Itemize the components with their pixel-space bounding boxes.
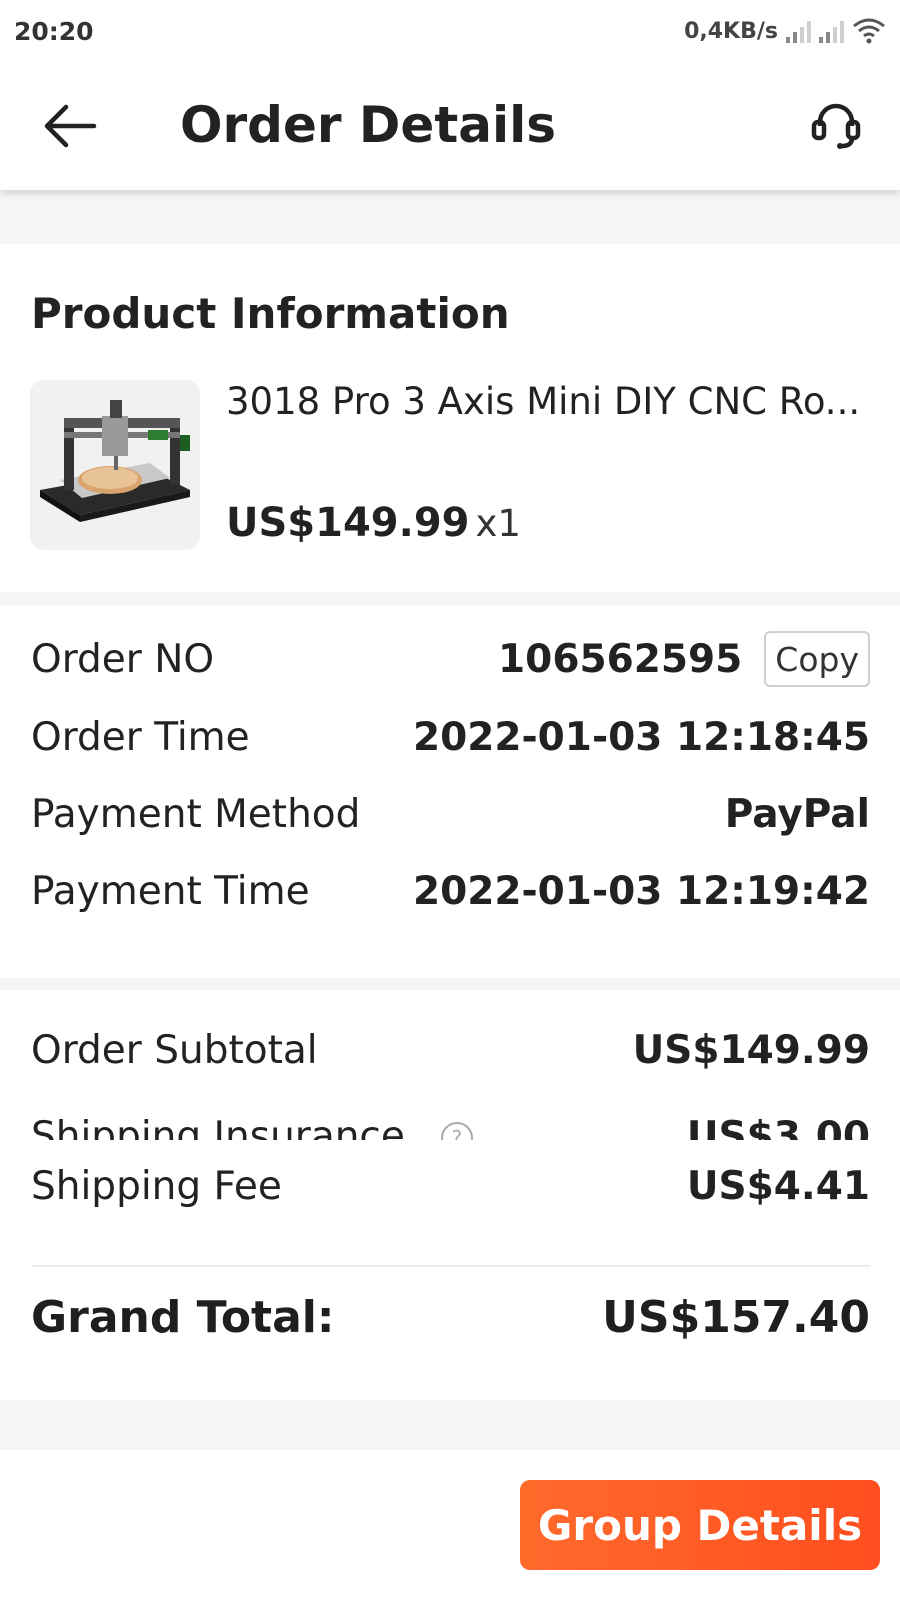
payment-method-row: Payment Method PayPal (31, 784, 870, 844)
section-title: Product Information (31, 289, 510, 338)
subtotal-row: Order Subtotal US$149.99 (31, 1020, 870, 1080)
shipping-insurance-row: Shipping Insurance? US$3.00 (31, 1106, 870, 1140)
order-info-card: Order NO 106562595 Copy Order Time 2022-… (0, 605, 900, 978)
order-no-row: Order NO 106562595 Copy (31, 629, 870, 689)
headset-icon (811, 103, 861, 149)
footer-bar: Group Details (0, 1450, 900, 1600)
signal-icon (786, 19, 811, 43)
shipping-insurance-label-group: Shipping Insurance? (31, 1113, 473, 1141)
product-quantity: x1 (475, 502, 521, 545)
product-price: US$149.99 (226, 500, 470, 546)
product-information-card: Product Information 3018 Pro 3 Axis Mini… (0, 244, 900, 592)
order-time-value: 2022-01-03 12:18:45 (412, 714, 870, 760)
product-price-line: US$149.99 x1 (226, 500, 521, 546)
grand-total-row: Grand Total: US$157.40 (31, 1282, 870, 1352)
order-no-group: 106562595 Copy (498, 631, 870, 687)
group-details-button[interactable]: Group Details (520, 1480, 880, 1570)
order-total-card: Order Subtotal US$149.99 Shipping Insura… (0, 990, 900, 1400)
product-name[interactable]: 3018 Pro 3 Axis Mini DIY CNC Ro... (226, 380, 860, 423)
shipping-insurance-label: Shipping Insurance (31, 1113, 405, 1141)
shipping-fee-label: Shipping Fee (31, 1163, 282, 1209)
network-speed: 0,4KB/s (684, 18, 778, 44)
payment-time-row: Payment Time 2022-01-03 12:19:42 (31, 861, 870, 921)
order-no-label: Order NO (31, 636, 215, 682)
subtotal-value: US$149.99 (632, 1027, 870, 1073)
copy-button[interactable]: Copy (764, 631, 870, 687)
subtotal-label: Order Subtotal (31, 1027, 318, 1073)
product-image[interactable] (30, 380, 200, 550)
status-indicators: 0,4KB/s (684, 17, 886, 45)
payment-method-label: Payment Method (31, 791, 361, 837)
shipping-fee-value: US$4.41 (686, 1163, 870, 1209)
order-time-label: Order Time (31, 714, 250, 760)
divider (31, 1265, 870, 1267)
wifi-icon (853, 18, 885, 44)
app-header: Order Details (0, 62, 900, 190)
payment-time-label: Payment Time (31, 868, 310, 914)
page-title: Order Details (180, 96, 557, 154)
customer-support-button[interactable] (802, 92, 870, 160)
grand-total-value: US$157.40 (602, 1291, 870, 1343)
grand-total-label: Grand Total: (31, 1291, 335, 1343)
question-circle-icon[interactable]: ? (440, 1122, 473, 1140)
order-no-value: 106562595 (498, 636, 743, 682)
status-bar: 20:20 0,4KB/s (0, 0, 900, 62)
cnc-machine-image (40, 400, 190, 522)
shipping-fee-row: Shipping Fee US$4.41 (31, 1156, 870, 1216)
shipping-insurance-value: US$3.00 (686, 1113, 870, 1141)
status-time: 20:20 (14, 16, 94, 46)
order-time-row: Order Time 2022-01-03 12:18:45 (31, 707, 870, 767)
arrow-left-icon (44, 104, 97, 148)
signal-icon (819, 19, 844, 43)
payment-method-value: PayPal (724, 791, 870, 837)
payment-time-value: 2022-01-03 12:19:42 (412, 868, 870, 914)
shipping-insurance-row-clipped: Shipping Insurance? US$3.00 (0, 1098, 900, 1140)
back-button[interactable] (38, 94, 102, 158)
